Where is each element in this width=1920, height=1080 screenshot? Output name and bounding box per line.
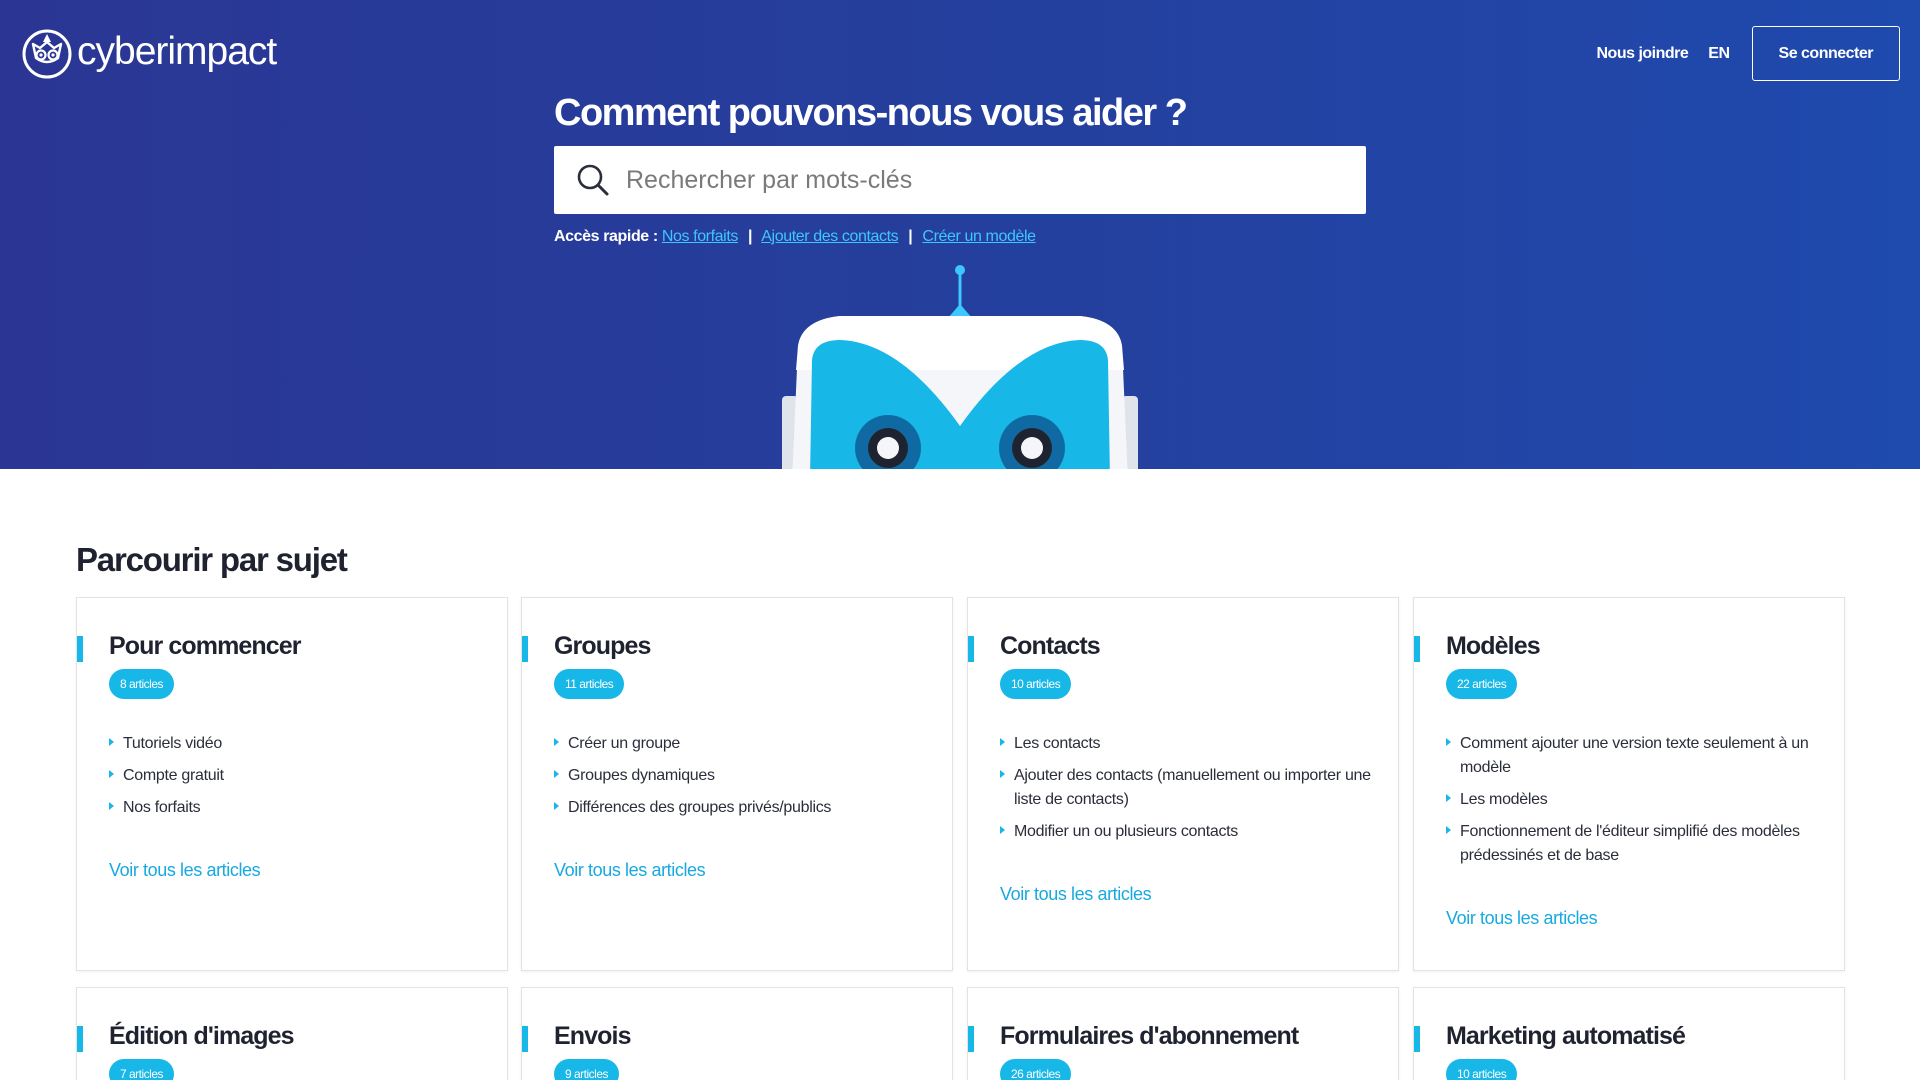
card-accent bbox=[77, 636, 83, 662]
card-title[interactable]: Contacts bbox=[1000, 632, 1101, 661]
topic-card-modeles: Modèles 22 articles Comment ajouter une … bbox=[1413, 597, 1845, 971]
article-link[interactable]: Les contacts bbox=[1000, 732, 1380, 756]
quick-access: Accès rapide : Nos forfaits | Ajouter de… bbox=[554, 228, 1036, 246]
article-link[interactable]: Les modèles bbox=[1446, 788, 1826, 812]
topic-card-contacts: Contacts 10 articles Les contacts Ajoute… bbox=[967, 597, 1399, 971]
article-link[interactable]: Différences des groupes privés/publics bbox=[554, 796, 934, 820]
card-title[interactable]: Pour commencer bbox=[109, 632, 302, 661]
logo[interactable]: cyberimpact bbox=[21, 22, 277, 82]
quick-link-creer-modele[interactable]: Créer un modèle bbox=[922, 228, 1036, 245]
card-title[interactable]: Groupes bbox=[554, 632, 651, 661]
topic-card-marketing-automatise: Marketing automatisé 10 articles bbox=[1413, 987, 1845, 1080]
article-count-badge: 11 articles bbox=[554, 669, 625, 699]
article-count-badge: 26 articles bbox=[1000, 1059, 1072, 1080]
view-all-articles-link[interactable]: Voir tous les articles bbox=[554, 860, 706, 881]
search-icon bbox=[577, 164, 609, 196]
article-link[interactable]: Nos forfaits bbox=[109, 796, 489, 820]
card-accent bbox=[968, 636, 974, 662]
topic-card-edition-images: Édition d'images 7 articles bbox=[76, 987, 508, 1080]
article-count-badge: 8 articles bbox=[109, 669, 175, 699]
card-article-list: Créer un groupe Groupes dynamiques Diffé… bbox=[554, 732, 934, 828]
card-article-list: Les contacts Ajouter des contacts (manue… bbox=[1000, 732, 1380, 852]
topic-card-formulaires-abonnement: Formulaires d'abonnement 26 articles bbox=[967, 987, 1399, 1080]
card-title[interactable]: Formulaires d'abonnement bbox=[1000, 1022, 1299, 1051]
article-link[interactable]: Modifier un ou plusieurs contacts bbox=[1000, 820, 1380, 844]
article-link[interactable]: Tutoriels vidéo bbox=[109, 732, 489, 756]
login-button[interactable]: Se connecter bbox=[1751, 26, 1900, 81]
article-link[interactable]: Ajouter des contacts (manuellement ou im… bbox=[1000, 764, 1380, 812]
robot-mascot-icon bbox=[782, 265, 1138, 469]
quick-link-ajouter-contacts[interactable]: Ajouter des contacts bbox=[761, 228, 898, 245]
view-all-articles-link[interactable]: Voir tous les articles bbox=[1446, 908, 1598, 929]
view-all-articles-link[interactable]: Voir tous les articles bbox=[109, 860, 261, 881]
card-accent bbox=[522, 1026, 528, 1052]
card-accent bbox=[1414, 1026, 1420, 1052]
card-accent bbox=[77, 1026, 83, 1052]
quick-separator: | bbox=[748, 228, 753, 245]
article-count-badge: 10 articles bbox=[1000, 669, 1072, 699]
card-title[interactable]: Modèles bbox=[1446, 632, 1541, 661]
article-link[interactable]: Fonctionnement de l'éditeur simplifié de… bbox=[1446, 820, 1826, 868]
topic-card-envois: Envois 9 articles bbox=[521, 987, 953, 1080]
topic-card-groupes: Groupes 11 articles Créer un groupe Grou… bbox=[521, 597, 953, 971]
card-title[interactable]: Édition d'images bbox=[109, 1022, 295, 1051]
article-count-badge: 7 articles bbox=[109, 1059, 175, 1080]
article-link[interactable]: Créer un groupe bbox=[554, 732, 934, 756]
quick-link-forfaits[interactable]: Nos forfaits bbox=[662, 228, 739, 245]
section-title: Parcourir par sujet bbox=[76, 541, 348, 578]
top-navigation: Nous joindre EN Se connecter bbox=[1597, 26, 1900, 81]
language-switch-link[interactable]: EN bbox=[1708, 45, 1730, 63]
card-accent bbox=[1414, 636, 1420, 662]
card-article-list: Comment ajouter une version texte seulem… bbox=[1446, 732, 1826, 876]
card-title[interactable]: Marketing automatisé bbox=[1446, 1022, 1686, 1051]
card-accent bbox=[522, 636, 528, 662]
search-box bbox=[554, 146, 1366, 214]
nav-contact-link[interactable]: Nous joindre bbox=[1597, 45, 1689, 63]
card-accent bbox=[968, 1026, 974, 1052]
topic-card-pour-commencer: Pour commencer 8 articles Tutoriels vidé… bbox=[76, 597, 508, 971]
card-title[interactable]: Envois bbox=[554, 1022, 631, 1051]
article-link[interactable]: Compte gratuit bbox=[109, 764, 489, 788]
quick-access-label: Accès rapide : bbox=[554, 228, 658, 245]
brand-name: cyberimpact bbox=[77, 30, 277, 73]
search-input[interactable] bbox=[626, 165, 1326, 195]
article-link[interactable]: Comment ajouter une version texte seulem… bbox=[1446, 732, 1826, 780]
hero-title: Comment pouvons-nous vous aider ? bbox=[554, 92, 1188, 134]
article-count-badge: 10 articles bbox=[1446, 1059, 1518, 1080]
card-article-list: Tutoriels vidéo Compte gratuit Nos forfa… bbox=[109, 732, 489, 828]
article-count-badge: 9 articles bbox=[554, 1059, 620, 1080]
quick-separator: | bbox=[908, 228, 913, 245]
hero-banner: cyberimpact Nous joindre EN Se connecter… bbox=[0, 0, 1920, 469]
article-count-badge: 22 articles bbox=[1446, 669, 1518, 699]
owl-logo-icon bbox=[22, 29, 72, 79]
article-link[interactable]: Groupes dynamiques bbox=[554, 764, 934, 788]
view-all-articles-link[interactable]: Voir tous les articles bbox=[1000, 884, 1152, 905]
